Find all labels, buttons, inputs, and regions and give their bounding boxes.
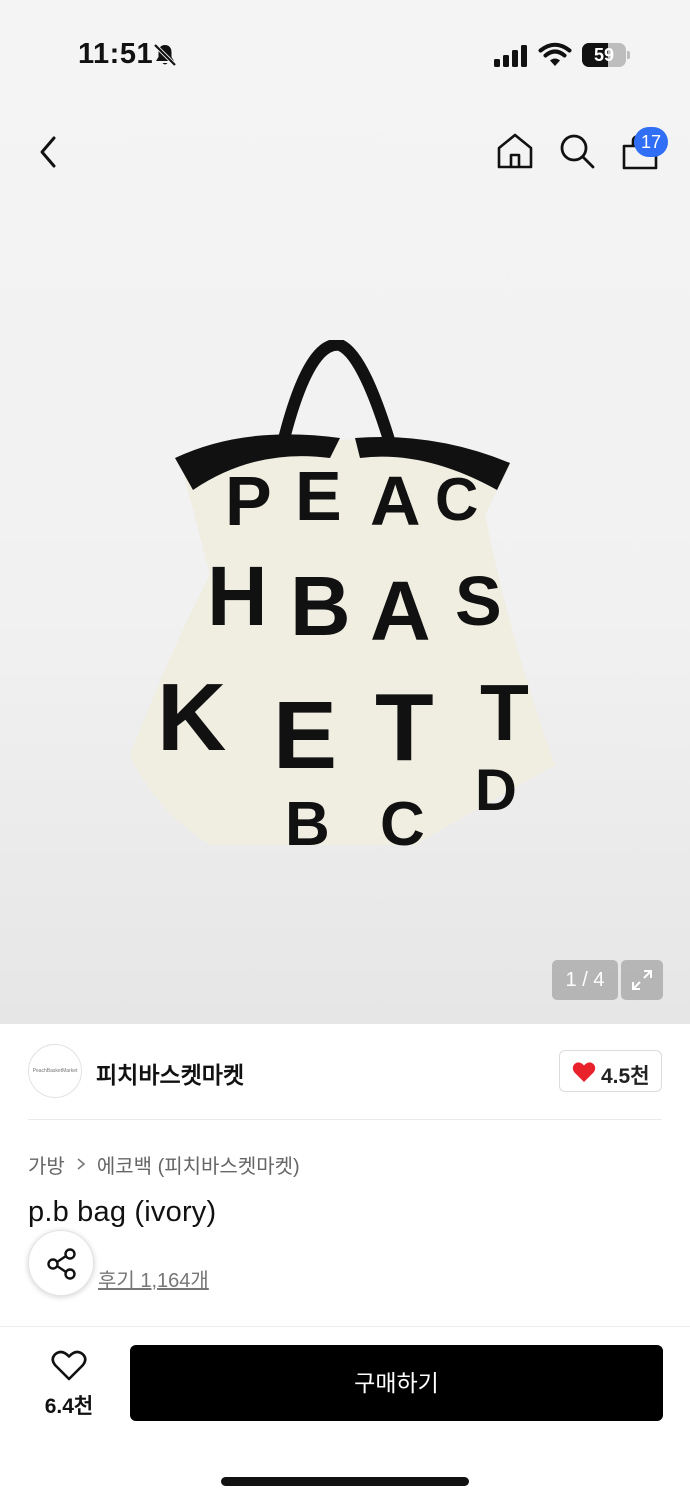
svg-text:H: H — [207, 549, 268, 643]
brand-logo[interactable]: PeachBasketMarket — [28, 1044, 82, 1098]
svg-text:A: A — [370, 564, 431, 658]
svg-text:K: K — [157, 664, 226, 771]
heart-outline-icon — [51, 1350, 87, 1381]
brand-like-button[interactable]: 4.5천 — [559, 1050, 662, 1092]
battery-percent: 59 — [593, 45, 615, 65]
expand-icon — [632, 970, 652, 990]
svg-text:D: D — [475, 758, 517, 823]
brand-name[interactable]: 피치바스켓마켓 — [96, 1056, 244, 1090]
svg-text:C: C — [435, 466, 478, 533]
svg-text:B: B — [285, 790, 330, 859]
wishlist-count: 6.4천 — [44, 1395, 94, 1418]
breadcrumb: 가방 에코백 (피치바스켓마켓) — [28, 1150, 300, 1178]
heart-filled-icon — [572, 1062, 596, 1082]
review-count-link[interactable]: 후기 1,164개 — [98, 1264, 209, 1293]
status-bar: 11:51 59 — [0, 0, 690, 110]
share-icon — [47, 1248, 76, 1280]
bell-slash-icon — [153, 43, 177, 67]
home-icon[interactable] — [496, 132, 534, 170]
svg-text:T: T — [480, 668, 529, 757]
battery-cap — [627, 51, 630, 59]
image-counter: 1 / 4 — [552, 960, 618, 1000]
svg-text:T: T — [375, 674, 434, 781]
battery-indicator: 59 — [582, 43, 630, 67]
breadcrumb-category[interactable]: 가방 — [28, 1150, 65, 1179]
brand-like-count: 4.5천 — [601, 1065, 650, 1088]
wifi-icon — [538, 42, 572, 66]
brand-logo-text: PeachBasketMarket — [32, 1068, 78, 1074]
svg-text:S: S — [455, 562, 502, 640]
product-title: p.b bag (ivory) — [28, 1196, 217, 1228]
chevron-right-icon — [77, 1158, 86, 1170]
search-icon[interactable] — [558, 132, 596, 170]
svg-text:B: B — [290, 559, 351, 653]
svg-text:E: E — [295, 457, 342, 535]
cellular-signal-icon — [494, 45, 527, 67]
share-button[interactable] — [28, 1230, 94, 1296]
svg-text:P: P — [225, 462, 272, 540]
divider — [28, 1119, 662, 1120]
svg-text:E: E — [273, 682, 337, 789]
divider — [0, 1326, 690, 1327]
svg-text:A: A — [370, 462, 421, 540]
status-time: 11:51 — [78, 38, 154, 70]
buy-button[interactable]: 구매하기 — [130, 1345, 663, 1421]
product-photo[interactable]: P E A C H B A S K E T T B C D — [125, 340, 565, 860]
product-image-gallery[interactable]: 11:51 59 17 P E A C H B A S K E T T B C … — [0, 0, 690, 1024]
wishlist-button[interactable]: 6.4천 — [28, 1346, 110, 1422]
expand-image-button[interactable] — [621, 960, 663, 1000]
back-icon[interactable] — [30, 132, 66, 172]
svg-text:C: C — [380, 790, 425, 859]
breadcrumb-subcategory[interactable]: 에코백 (피치바스켓마켓) — [97, 1150, 300, 1179]
home-indicator — [221, 1477, 469, 1486]
cart-count-badge[interactable]: 17 — [634, 127, 668, 157]
battery-body: 59 — [582, 43, 626, 67]
